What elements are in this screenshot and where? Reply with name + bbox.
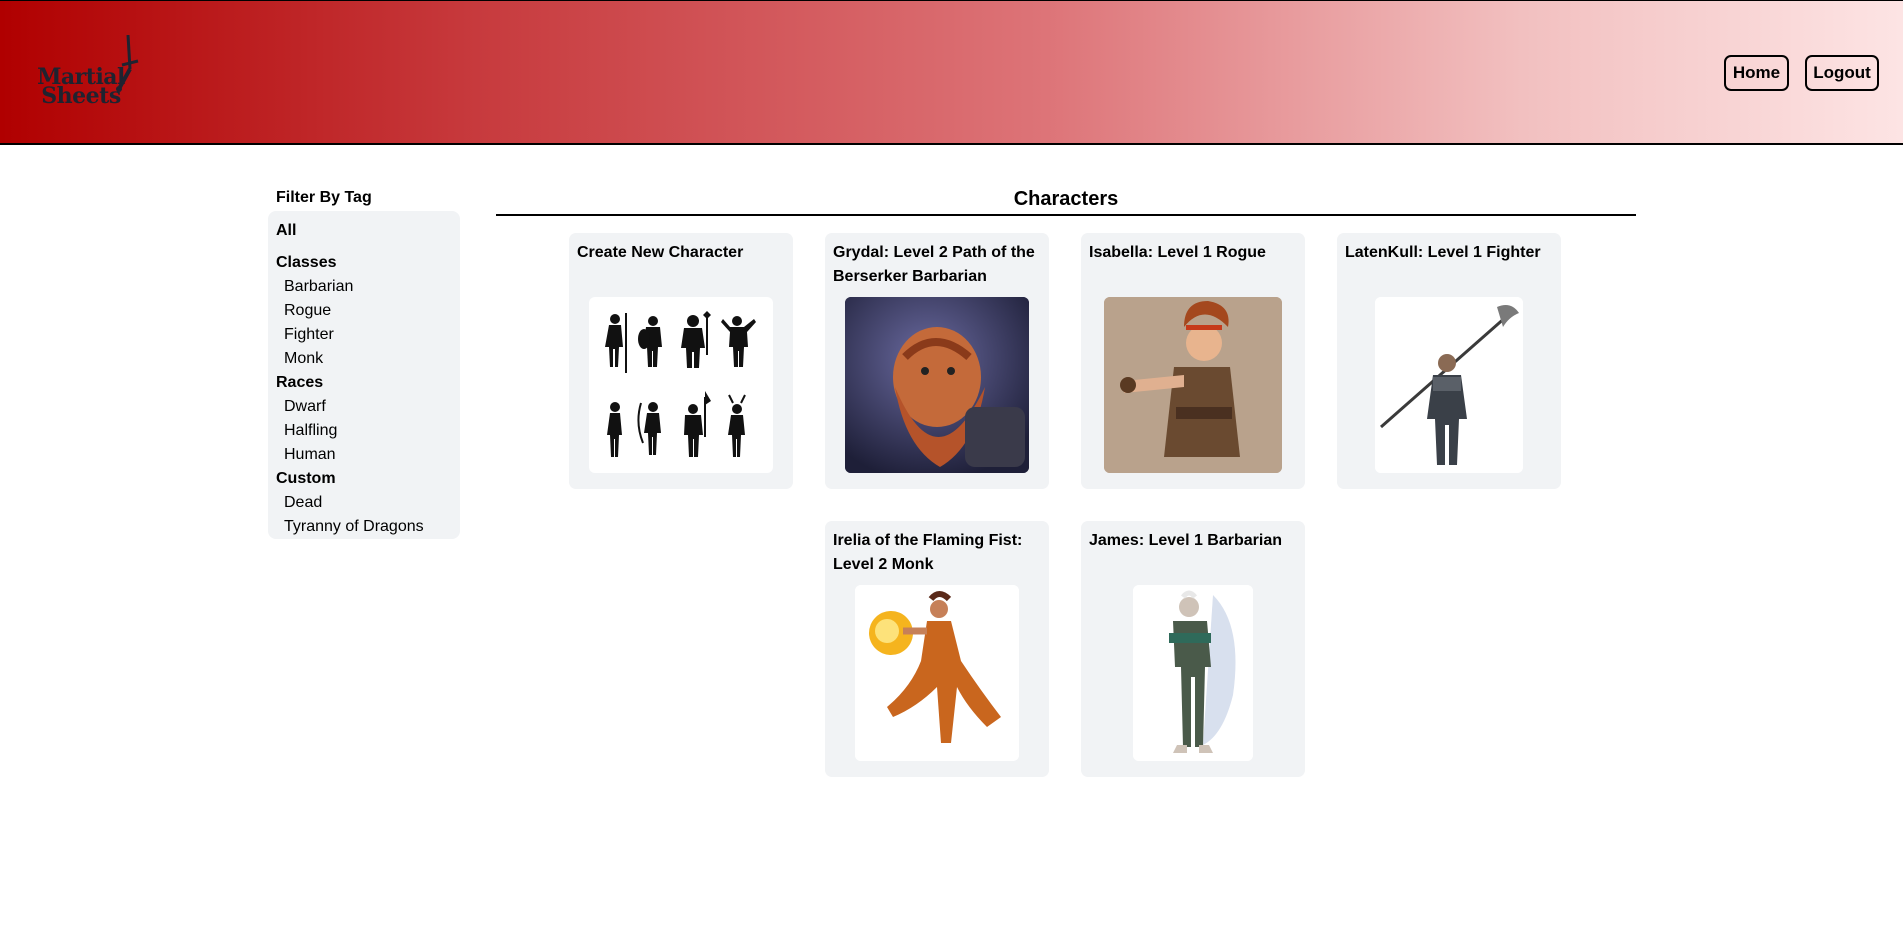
create-character-card[interactable]: Create New Character	[569, 233, 793, 489]
card-title: James: Level 1 Barbarian	[1089, 532, 1282, 549]
filter-item-human[interactable]: Human	[284, 446, 336, 464]
fire-monk-portrait	[855, 585, 1019, 761]
barbarian-portrait	[1133, 585, 1253, 761]
character-card[interactable]: LatenKull: Level 1 Fighter	[1337, 233, 1561, 489]
sword-icon	[116, 35, 139, 92]
card-title: Irelia of the Flaming Fist: Level 2 Monk	[833, 532, 1023, 573]
filter-item-rogue[interactable]: Rogue	[284, 302, 331, 320]
filter-item-halfling[interactable]: Halfling	[284, 422, 337, 440]
header: Martial Sheets Home Logout	[0, 0, 1903, 145]
filter-all[interactable]: All	[276, 222, 296, 240]
title-divider	[496, 214, 1636, 216]
filter-item-dead[interactable]: Dead	[284, 494, 322, 512]
filter-group-classes: Classes	[276, 254, 337, 271]
card-title: Grydal: Level 2 Path of the Berserker Ba…	[833, 244, 1035, 285]
home-button[interactable]: Home	[1724, 55, 1789, 91]
logout-button[interactable]: Logout	[1805, 55, 1879, 91]
filter-item-fighter[interactable]: Fighter	[284, 326, 334, 344]
silhouettes-icon	[589, 297, 773, 473]
card-title: Create New Character	[577, 244, 744, 261]
filter-title: Filter By Tag	[276, 189, 372, 206]
filter-item-dwarf[interactable]: Dwarf	[284, 398, 326, 416]
martial-sheets-logo[interactable]: Martial Sheets	[36, 35, 146, 115]
dwarf-portrait	[845, 297, 1029, 473]
character-card[interactable]: James: Level 1 Barbarian	[1081, 521, 1305, 777]
halfling-rogue-portrait	[1104, 297, 1282, 473]
card-title: Isabella: Level 1 Rogue	[1089, 244, 1266, 261]
filter-item-monk[interactable]: Monk	[284, 350, 323, 368]
character-card[interactable]: Isabella: Level 1 Rogue	[1081, 233, 1305, 489]
page-title: Characters	[1013, 188, 1119, 210]
human-fighter-portrait	[1375, 297, 1523, 473]
filter-group-custom: Custom	[276, 470, 336, 487]
filter-panel: All Classes Barbarian Rogue Fighter Monk…	[268, 211, 460, 539]
character-card[interactable]: Grydal: Level 2 Path of the Berserker Ba…	[825, 233, 1049, 489]
filter-group-races: Races	[276, 374, 324, 391]
card-title: LatenKull: Level 1 Fighter	[1345, 244, 1541, 261]
filter-item-barbarian[interactable]: Barbarian	[284, 278, 353, 296]
filter-item-tyranny-of-dragons[interactable]: Tyranny of Dragons	[284, 518, 424, 536]
character-card[interactable]: Irelia of the Flaming Fist: Level 2 Monk	[825, 521, 1049, 777]
